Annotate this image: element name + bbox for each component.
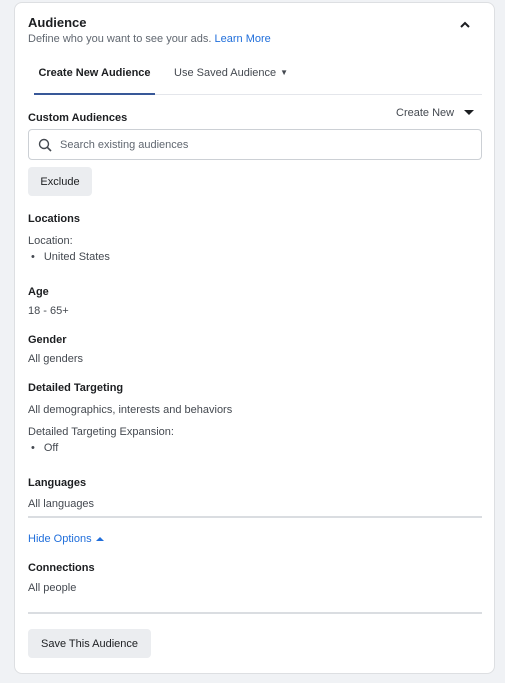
tab-label: Use Saved Audience [174, 67, 277, 79]
tab-use-saved-audience[interactable]: Use Saved Audience ▼ [174, 66, 288, 93]
bullet-icon: • [31, 251, 35, 263]
audience-panel: Audience Define who you want to see your… [14, 2, 495, 674]
gender-value: All genders [28, 353, 84, 365]
tab-create-new-audience[interactable]: Create New Audience [34, 66, 155, 95]
detailed-targeting-value: All demographics, interests and behavior… [28, 404, 233, 416]
hide-options-link[interactable]: Hide Options [28, 533, 104, 545]
audience-tabs: Create New Audience Use Saved Audience ▼ [34, 66, 482, 95]
targeting-expansion-value: Off [43, 442, 59, 454]
chevron-up-icon [460, 21, 470, 28]
create-new-label: Create New [396, 107, 455, 119]
search-input[interactable] [60, 138, 460, 151]
caret-down-icon [464, 110, 475, 115]
connections-value: All people [28, 582, 77, 594]
age-value: 18 - 65+ [28, 305, 69, 317]
learn-more-link[interactable]: Learn More [215, 33, 271, 45]
subtitle-text: Define who you want to see your ads. [28, 33, 212, 45]
list-item: • Off [31, 442, 58, 454]
location-sublabel: Location: [28, 235, 73, 247]
languages-value: All languages [28, 498, 95, 510]
targeting-expansion-label: Detailed Targeting Expansion: [28, 426, 174, 438]
hide-options-label: Hide Options [28, 533, 92, 545]
age-label: Age [28, 286, 49, 298]
search-icon [38, 138, 52, 152]
detailed-targeting-label: Detailed Targeting [28, 382, 124, 394]
divider [28, 516, 482, 518]
bullet-icon: • [31, 442, 35, 454]
list-item: • United States [31, 251, 110, 263]
locations-label: Locations [28, 213, 80, 225]
create-new-dropdown[interactable]: Create New [396, 107, 475, 119]
panel-subtitle: Define who you want to see your ads. Lea… [28, 33, 271, 45]
custom-audiences-label: Custom Audiences [28, 112, 128, 124]
caret-down-icon: ▼ [280, 68, 289, 77]
languages-label: Languages [28, 477, 87, 489]
audience-search[interactable] [28, 129, 482, 160]
panel-title: Audience [28, 15, 87, 30]
divider [28, 612, 482, 614]
collapse-button[interactable] [455, 15, 475, 35]
connections-label: Connections [28, 562, 95, 574]
location-value: United States [43, 251, 110, 263]
caret-up-icon [95, 537, 104, 541]
gender-label: Gender [28, 334, 67, 346]
exclude-button[interactable]: Exclude [28, 167, 92, 196]
save-audience-button[interactable]: Save This Audience [28, 629, 151, 658]
